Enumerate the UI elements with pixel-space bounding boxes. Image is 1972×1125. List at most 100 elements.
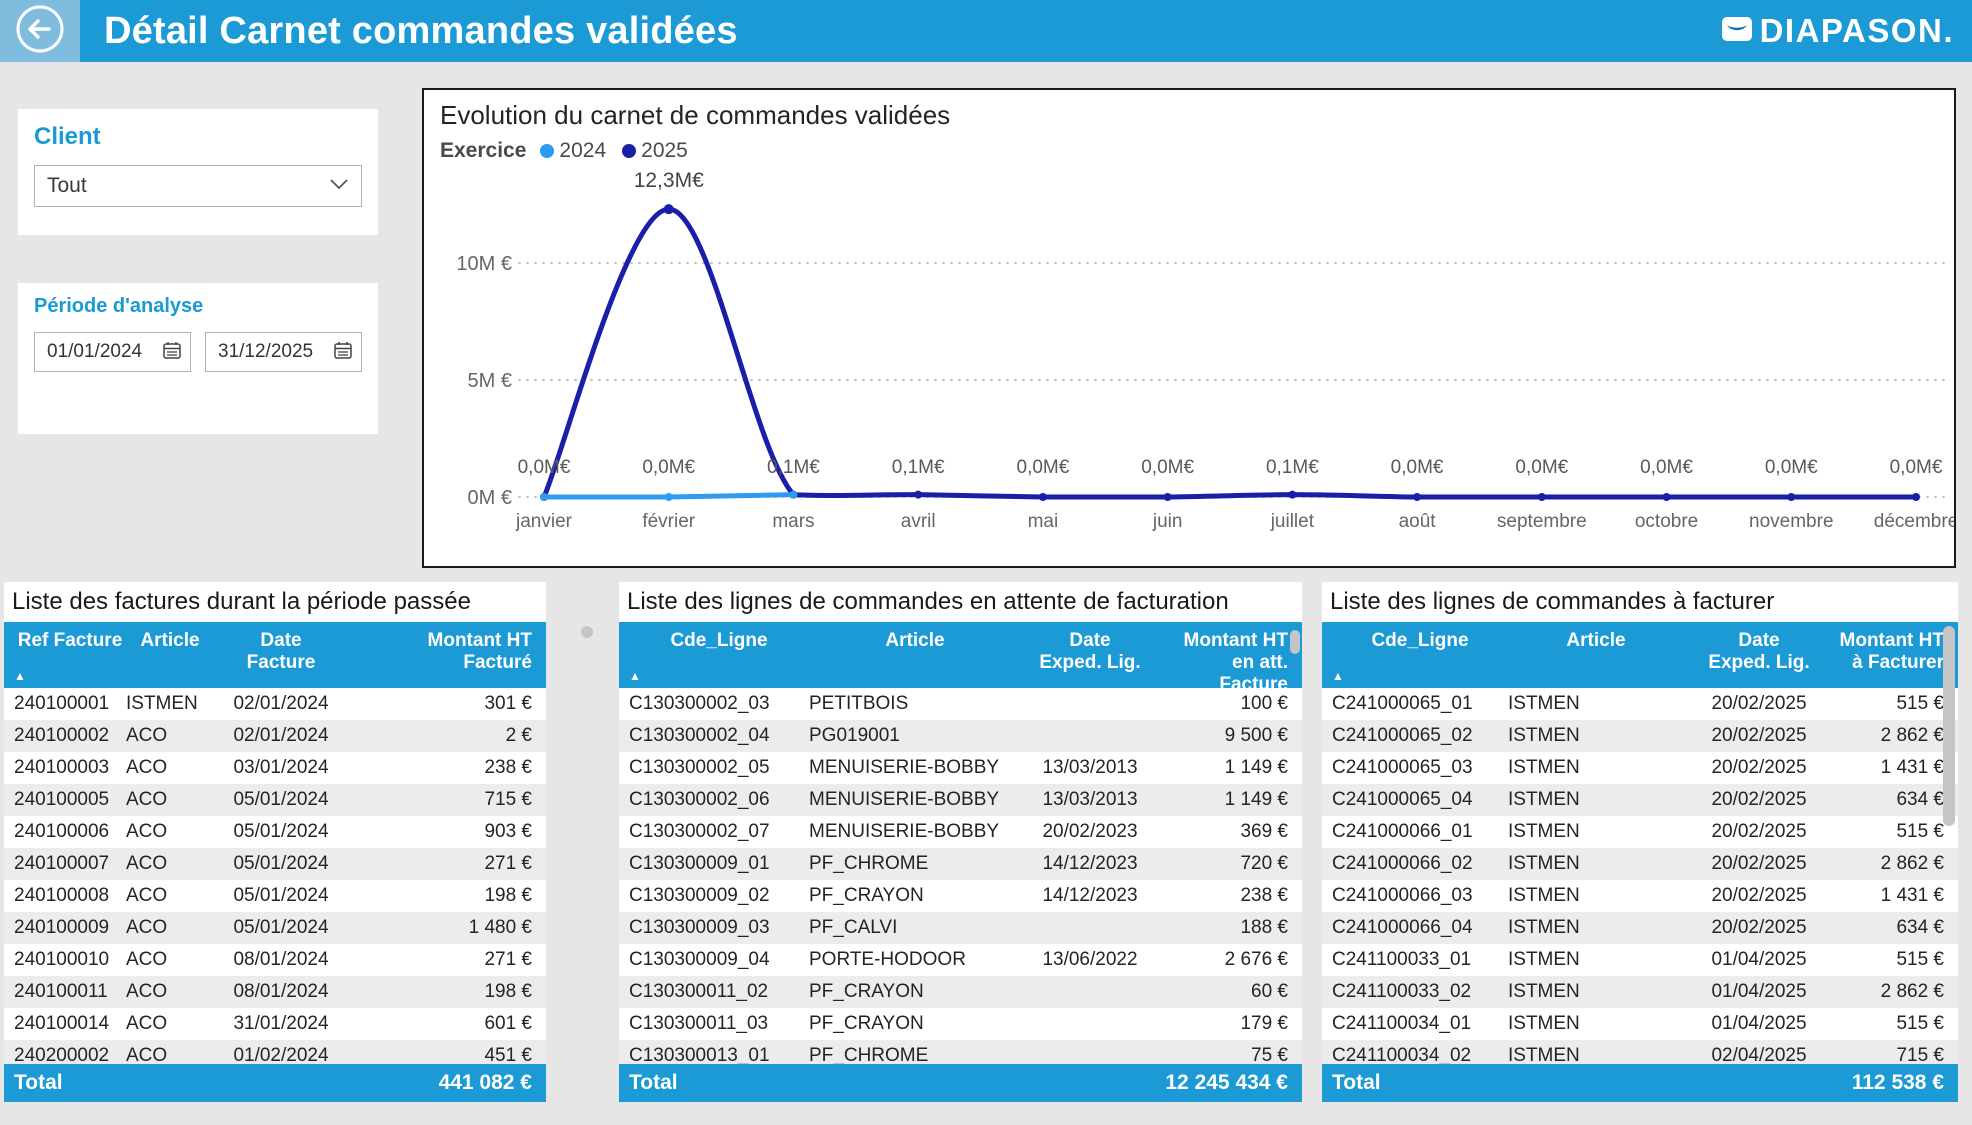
table-row[interactable]: C241100033_02ISTMEN01/04/20252 862 € (1322, 976, 1958, 1008)
column-header[interactable]: Article (126, 630, 214, 688)
sort-ascending-icon[interactable]: ▲ (629, 665, 641, 687)
table-cell: PETITBOIS (809, 693, 1021, 715)
table-row[interactable]: C130300009_02PF_CRAYON14/12/2023238 € (619, 880, 1302, 912)
table-row[interactable]: 240100010ACO08/01/2024271 € (4, 944, 546, 976)
table-row[interactable]: C130300002_04PG0190019 500 € (619, 720, 1302, 752)
table-row[interactable]: C241000066_03ISTMEN20/02/20251 431 € (1322, 880, 1958, 912)
client-dropdown[interactable]: Tout (34, 165, 362, 207)
table-row[interactable]: C241000065_04ISTMEN20/02/2025634 € (1322, 784, 1958, 816)
table-cell: 08/01/2024 (214, 949, 348, 971)
table-cell: ACO (126, 789, 214, 811)
data-label: 0,0M€ (1017, 457, 1070, 478)
legend-swatch (622, 144, 636, 158)
sort-ascending-icon[interactable]: ▲ (1332, 665, 1344, 687)
table-header: ▲ Cde_LigneArticleDateExped. Lig.Montant… (619, 622, 1302, 688)
table-cell: 08/01/2024 (214, 981, 348, 1003)
x-axis-label: avril (901, 511, 936, 532)
table-cell: C241000066_02 (1332, 853, 1508, 875)
table-cell: C241100034_01 (1332, 1013, 1508, 1035)
table-row[interactable]: C130300009_04PORTE-HODOOR13/06/20222 676… (619, 944, 1302, 976)
table-row[interactable]: 240100003ACO03/01/2024238 € (4, 752, 546, 784)
table-row[interactable]: 240100001ISTMEN02/01/2024301 € (4, 688, 546, 720)
table-row[interactable]: 240100006ACO05/01/2024903 € (4, 816, 546, 848)
start-date-input[interactable]: 01/01/2024 (34, 332, 191, 372)
table-row[interactable]: C241100033_01ISTMEN01/04/2025515 € (1322, 944, 1958, 976)
sort-ascending-icon[interactable]: ▲ (14, 665, 26, 687)
table-row[interactable]: C241000065_02ISTMEN20/02/20252 862 € (1322, 720, 1958, 752)
column-header[interactable]: Montant HTà Facturer (1834, 630, 1944, 688)
scrollbar-thumb[interactable] (1290, 630, 1300, 654)
back-button[interactable] (0, 0, 80, 62)
table-cell: C130300009_01 (629, 853, 809, 875)
period-filter-label: Période d'analyse (34, 295, 362, 318)
table-row[interactable]: C130300009_01PF_CHROME14/12/2023720 € (619, 848, 1302, 880)
table-row[interactable]: C241000066_04ISTMEN20/02/2025634 € (1322, 912, 1958, 944)
column-header[interactable]: DateExped. Lig. (1021, 630, 1159, 696)
table-cell: 634 € (1834, 789, 1944, 811)
table-row[interactable]: C130300002_06MENUISERIE-BOBBY13/03/20131… (619, 784, 1302, 816)
table-cell: 240100006 (14, 821, 126, 843)
table-row[interactable]: C130300011_02PF_CRAYON60 € (619, 976, 1302, 1008)
column-header[interactable]: DateExped. Lig. (1684, 630, 1834, 688)
table-cell: 20/02/2025 (1684, 693, 1834, 715)
column-header[interactable]: Article (1508, 630, 1684, 688)
table-cell: C241000065_03 (1332, 757, 1508, 779)
table-cell: PF_CALVI (809, 917, 1021, 939)
scrollbar-thumb[interactable] (1943, 626, 1955, 826)
column-header[interactable]: Ref Facture (14, 630, 126, 688)
table-cell: 240100011 (14, 981, 126, 1003)
table-row[interactable]: C130300002_07MENUISERIE-BOBBY20/02/20233… (619, 816, 1302, 848)
period-filter-card: Période d'analyse 01/01/2024 (18, 283, 378, 434)
table-cell: ISTMEN (1508, 949, 1684, 971)
table-cell: ACO (126, 917, 214, 939)
legend-item-2025[interactable]: 2025 (622, 139, 688, 163)
diapason-logo-icon (1721, 15, 1753, 48)
table-cell: 903 € (348, 821, 532, 843)
table-title: Liste des lignes de commandes à facturer (1322, 582, 1958, 622)
table-row[interactable]: 240100002ACO02/01/20242 € (4, 720, 546, 752)
column-header[interactable]: Cde_Ligne (629, 630, 809, 696)
data-point (1663, 493, 1671, 501)
pending-invoicing-table-panel: Liste des lignes de commandes en attente… (619, 582, 1302, 1102)
table-cell: 238 € (348, 757, 532, 779)
table-row[interactable]: C241000065_01ISTMEN20/02/2025515 € (1322, 688, 1958, 720)
table-row[interactable]: C130300002_05MENUISERIE-BOBBY13/03/20131… (619, 752, 1302, 784)
column-header[interactable]: Montant HTen att. Facture (1159, 630, 1288, 696)
column-header[interactable]: Cde_Ligne (1332, 630, 1508, 688)
line-chart[interactable]: 0M €5M €10M €janvierfévriermarsavrilmaij… (424, 165, 1954, 547)
table-row[interactable]: C130300009_03PF_CALVI188 € (619, 912, 1302, 944)
table-row[interactable]: 240100005ACO05/01/2024715 € (4, 784, 546, 816)
data-label: 0,0M€ (1141, 457, 1194, 478)
table-row[interactable]: 240100011ACO08/01/2024198 € (4, 976, 546, 1008)
column-header[interactable]: DateFacture (214, 630, 348, 688)
table-cell: 03/01/2024 (214, 757, 348, 779)
table-row[interactable]: C241000066_01ISTMEN20/02/2025515 € (1322, 816, 1958, 848)
data-label: 0,1M€ (892, 457, 945, 478)
data-label: 0,1M€ (1266, 457, 1319, 478)
scrollbar-thumb[interactable] (581, 626, 593, 638)
table-row[interactable]: C130300011_03PF_CRAYON179 € (619, 1008, 1302, 1040)
client-filter-label: Client (34, 123, 362, 151)
table-row[interactable]: C241000065_03ISTMEN20/02/20251 431 € (1322, 752, 1958, 784)
table-cell: 634 € (1834, 917, 1944, 939)
end-date-input[interactable]: 31/12/2025 (205, 332, 362, 372)
column-header[interactable]: Montant HTFacturé (348, 630, 532, 688)
table-row[interactable]: 240100009ACO05/01/20241 480 € (4, 912, 546, 944)
column-header[interactable]: Article (809, 630, 1021, 696)
table-row[interactable]: 240100008ACO05/01/2024198 € (4, 880, 546, 912)
table-row[interactable]: C241100034_01ISTMEN01/04/2025515 € (1322, 1008, 1958, 1040)
table-row[interactable]: C241000066_02ISTMEN20/02/20252 862 € (1322, 848, 1958, 880)
total-value: 112 538 € (1852, 1071, 1944, 1095)
table-cell: 515 € (1834, 693, 1944, 715)
table-cell: C241000065_02 (1332, 725, 1508, 747)
table-row[interactable]: 240100007ACO05/01/2024271 € (4, 848, 546, 880)
legend-item-2024[interactable]: 2024 (540, 139, 606, 163)
table-row[interactable]: 240100014ACO31/01/2024601 € (4, 1008, 546, 1040)
table-cell: C130300002_06 (629, 789, 809, 811)
table-cell: 13/03/2013 (1021, 757, 1159, 779)
table-cell: MENUISERIE-BOBBY (809, 757, 1021, 779)
table-cell: PF_CRAYON (809, 1013, 1021, 1035)
table-cell: 05/01/2024 (214, 821, 348, 843)
table-cell: 60 € (1159, 981, 1288, 1003)
chart-legend: Exercice 20242025 (424, 131, 1954, 163)
